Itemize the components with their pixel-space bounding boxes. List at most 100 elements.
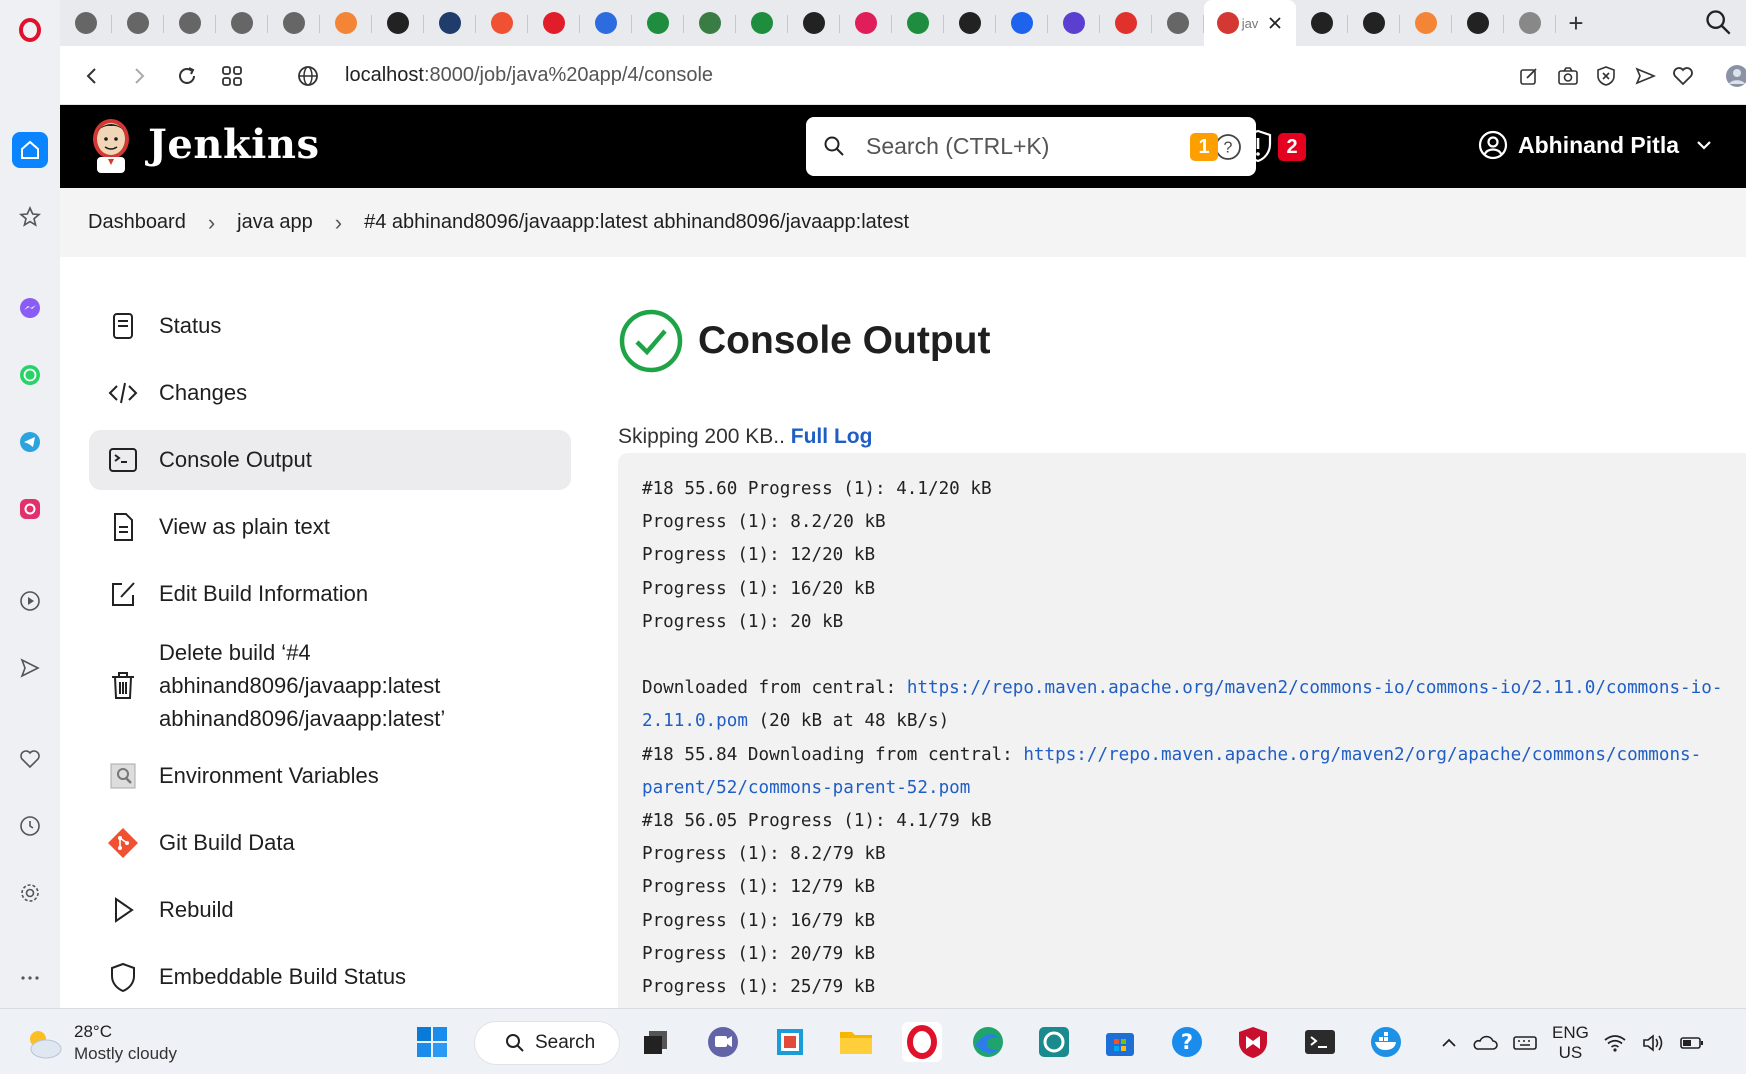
- url-field[interactable]: localhost:8000/job/java%20app/4/console: [345, 64, 713, 87]
- browser-tab[interactable]: [320, 3, 372, 43]
- instagram-icon[interactable]: [12, 491, 48, 527]
- vs-app-icon[interactable]: [1034, 1022, 1074, 1062]
- browser-tab[interactable]: [60, 3, 112, 43]
- share-icon[interactable]: [1631, 62, 1659, 90]
- browser-tab[interactable]: [268, 3, 320, 43]
- task-status[interactable]: Status: [89, 296, 571, 356]
- task-delete-build[interactable]: Delete build ‘#4 abhinand8096/javaapp:la…: [89, 631, 571, 739]
- bell-icon[interactable]: [1154, 129, 1186, 163]
- globe-icon[interactable]: [294, 62, 322, 90]
- send-icon[interactable]: [12, 650, 48, 686]
- help-app-icon[interactable]: ?: [1167, 1022, 1207, 1062]
- browser-tab[interactable]: [1400, 3, 1452, 43]
- settings-icon[interactable]: [12, 875, 48, 911]
- jenkins-logo[interactable]: [88, 117, 134, 175]
- speed-dial-icon[interactable]: [218, 62, 246, 90]
- task-environment-variables[interactable]: Environment Variables: [89, 746, 571, 806]
- notifications-badge[interactable]: 1: [1190, 133, 1218, 161]
- help-icon[interactable]: ?: [1214, 133, 1242, 161]
- onedrive-cloud-icon[interactable]: [1472, 1034, 1498, 1052]
- browser-tab[interactable]: [1100, 3, 1152, 43]
- app-icon[interactable]: [770, 1022, 810, 1062]
- browser-tab[interactable]: [788, 3, 840, 43]
- back-icon[interactable]: [78, 62, 106, 90]
- browser-tab[interactable]: [476, 3, 528, 43]
- console-link[interactable]: https://repo.maven.apache.org/maven2/org…: [1023, 745, 1701, 765]
- breadcrumb-dashboard[interactable]: Dashboard: [88, 207, 186, 238]
- language-indicator[interactable]: ENG US: [1552, 1023, 1589, 1063]
- browser-tab[interactable]: [424, 3, 476, 43]
- task-view-plain-text[interactable]: View as plain text: [89, 497, 571, 557]
- browser-tab[interactable]: [944, 3, 996, 43]
- console-link[interactable]: https://repo.maven.apache.org/maven2/com…: [907, 678, 1723, 698]
- security-shield-icon[interactable]: [1242, 129, 1274, 163]
- volume-icon[interactable]: [1641, 1033, 1665, 1053]
- browser-tab[interactable]: [372, 3, 424, 43]
- task-console-output[interactable]: Console Output: [89, 430, 571, 490]
- browser-tab[interactable]: [1348, 3, 1400, 43]
- telegram-icon[interactable]: [12, 424, 48, 460]
- bookmark-heart-icon[interactable]: [1669, 62, 1697, 90]
- file-explorer-icon[interactable]: [836, 1022, 876, 1062]
- full-log-link[interactable]: Full Log: [791, 425, 873, 448]
- jenkins-title[interactable]: Jenkins: [148, 121, 319, 168]
- browser-tab[interactable]: [996, 3, 1048, 43]
- breadcrumb-java-app[interactable]: java app: [237, 207, 313, 238]
- browser-tab[interactable]: [1504, 3, 1556, 43]
- browser-tab[interactable]: [736, 3, 788, 43]
- browser-tab[interactable]: [892, 3, 944, 43]
- adblock-shield-icon[interactable]: [1592, 62, 1620, 90]
- terminal-app-icon[interactable]: [1300, 1022, 1340, 1062]
- search-input[interactable]: [866, 129, 1196, 163]
- keyboard-icon[interactable]: [1512, 1034, 1538, 1052]
- browser-tab[interactable]: [528, 3, 580, 43]
- chevron-up-icon[interactable]: [1440, 1034, 1458, 1052]
- forward-icon[interactable]: [125, 62, 153, 90]
- browser-tab[interactable]: [1296, 3, 1348, 43]
- edge-icon[interactable]: [968, 1022, 1008, 1062]
- tab-search-icon[interactable]: [1704, 8, 1732, 36]
- security-badge[interactable]: 2: [1278, 133, 1306, 161]
- task-view-icon[interactable]: [636, 1022, 676, 1062]
- browser-tab[interactable]: [112, 3, 164, 43]
- browser-tab[interactable]: [632, 3, 684, 43]
- weather-widget[interactable]: 28°C Mostly cloudy: [24, 1021, 177, 1065]
- console-link[interactable]: parent/52/commons-parent-52.pom: [642, 778, 970, 798]
- close-icon[interactable]: [1267, 15, 1283, 31]
- taskbar-search[interactable]: Search: [474, 1021, 620, 1065]
- history-icon[interactable]: [12, 808, 48, 844]
- task-changes[interactable]: Changes: [89, 363, 571, 423]
- battery-icon[interactable]: [1679, 1034, 1705, 1052]
- browser-tab[interactable]: [840, 3, 892, 43]
- wifi-icon[interactable]: [1603, 1033, 1627, 1053]
- browser-tab[interactable]: [216, 3, 268, 43]
- heart-icon[interactable]: [12, 741, 48, 777]
- browser-tab[interactable]: [164, 3, 216, 43]
- snapshot-edit-icon[interactable]: [1515, 62, 1543, 90]
- browser-tab[interactable]: [580, 3, 632, 43]
- store-icon[interactable]: [1100, 1022, 1140, 1062]
- star-icon[interactable]: [12, 199, 48, 235]
- home-icon[interactable]: [12, 132, 48, 168]
- teams-chat-icon[interactable]: [703, 1022, 743, 1062]
- task-git-build-data[interactable]: Git Build Data: [89, 813, 571, 873]
- new-tab-button[interactable]: +: [1556, 3, 1596, 43]
- task-embeddable-build-status[interactable]: Embeddable Build Status: [89, 947, 571, 1007]
- profile-avatar-icon[interactable]: [1723, 62, 1746, 90]
- player-icon[interactable]: [12, 583, 48, 619]
- browser-tab-active[interactable]: jav: [1204, 0, 1296, 46]
- messenger-icon[interactable]: [12, 290, 48, 326]
- browser-tab[interactable]: [1048, 3, 1100, 43]
- opera-taskbar-icon[interactable]: [902, 1022, 942, 1062]
- windows-start-icon[interactable]: [412, 1022, 452, 1062]
- mcafee-icon[interactable]: [1233, 1022, 1273, 1062]
- user-menu[interactable]: Abhinand Pitla: [1478, 125, 1713, 165]
- browser-tab[interactable]: [1152, 3, 1204, 43]
- breadcrumb-build[interactable]: #4 abhinand8096/javaapp:latest abhinand8…: [364, 207, 909, 238]
- reload-icon[interactable]: [173, 62, 201, 90]
- docker-icon[interactable]: [1366, 1022, 1406, 1062]
- search-box[interactable]: ?: [806, 117, 1256, 176]
- browser-tab[interactable]: [1452, 3, 1504, 43]
- camera-icon[interactable]: [1554, 62, 1582, 90]
- opera-logo-icon[interactable]: [12, 12, 48, 48]
